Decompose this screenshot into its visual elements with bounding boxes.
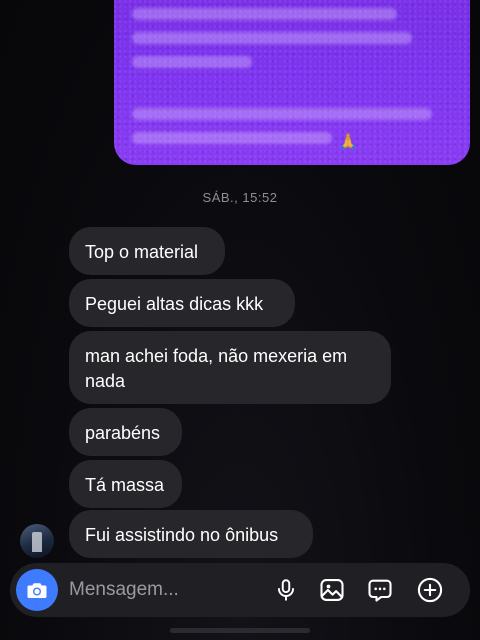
chat-screen: 🙏 SÁB., 15:52 Top o material Peguei alta… (0, 0, 480, 640)
avatar[interactable] (20, 524, 54, 558)
received-message[interactable]: Fui assistindo no ônibus (69, 510, 313, 558)
obscured-text-line (132, 132, 332, 144)
sticker-button[interactable] (365, 575, 395, 605)
home-indicator (170, 628, 310, 633)
pray-emoji: 🙏 (338, 134, 358, 151)
received-message[interactable]: man achei foda, não mexeria em nada (69, 331, 391, 404)
camera-icon (27, 583, 47, 598)
add-icon (417, 577, 443, 603)
message-composer (10, 563, 470, 617)
message-input[interactable] (69, 573, 259, 607)
gallery-button[interactable] (317, 575, 347, 605)
microphone-button[interactable] (271, 575, 301, 605)
received-message[interactable]: Top o material (69, 227, 225, 275)
image-icon (320, 579, 344, 601)
message-timestamp: SÁB., 15:52 (202, 190, 278, 205)
sent-message-bubble[interactable]: 🙏 (114, 0, 470, 165)
received-message[interactable]: Peguei altas dicas kkk (69, 279, 295, 327)
obscured-text-line (132, 8, 397, 20)
avatar-figure (32, 532, 42, 552)
microphone-icon (277, 579, 295, 601)
sticker-icon (368, 579, 392, 602)
camera-button[interactable] (16, 569, 58, 611)
received-message[interactable]: Tá massa (69, 460, 182, 508)
obscured-text-line (132, 108, 432, 120)
obscured-text-line (132, 56, 252, 68)
add-button[interactable] (415, 575, 445, 605)
received-message[interactable]: parabéns (69, 408, 182, 456)
obscured-text-line (132, 32, 412, 44)
